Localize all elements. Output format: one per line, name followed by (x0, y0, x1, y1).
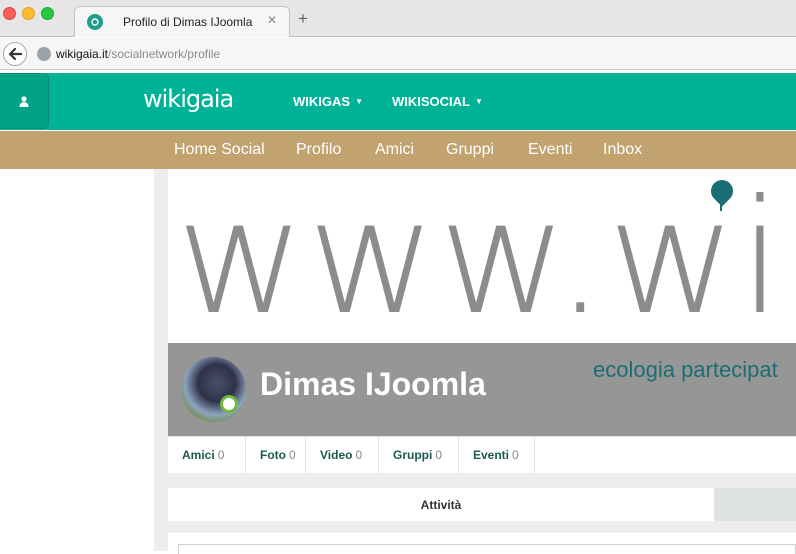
left-sidebar (0, 169, 154, 551)
subnav-home-social[interactable]: Home Social (174, 141, 265, 159)
menu-wikigas[interactable]: WIKIGAS ▼ (293, 94, 363, 109)
stat-video[interactable]: Video 0 (306, 437, 379, 474)
site-header: wikigaia WIKIGAS ▼ WIKISOCIAL ▼ (0, 73, 796, 130)
site-favicon-icon (87, 14, 103, 30)
tagline-part-1: ecologia (593, 357, 675, 382)
subnav-amici[interactable]: Amici (375, 141, 414, 159)
stat-amici[interactable]: Amici 0 (168, 437, 246, 474)
cover-tagline: ecologia partecipat (593, 357, 778, 383)
url-field[interactable]: wikigaia.it/socialnetwork/profile (56, 47, 220, 61)
profile-cover: www.wik ecologia partecipat Dimas IJooml… (168, 169, 796, 436)
window-minimize-button[interactable] (22, 7, 35, 20)
stat-label: Eventi (473, 448, 510, 462)
profile-tabs: Attività (168, 488, 796, 521)
tab-close-icon[interactable]: ✕ (267, 13, 277, 27)
tagline-part-2: partecipat (674, 357, 778, 382)
menu-wikisocial[interactable]: WIKISOCIAL ▼ (392, 94, 483, 109)
profile-stats-bar: Amici 0 Foto 0 Video 0 Gruppi 0 Eventi 0 (168, 436, 796, 474)
online-status-icon (220, 395, 238, 413)
caret-down-icon: ▼ (475, 97, 483, 106)
profile-name: Dimas IJoomla (260, 366, 486, 402)
stat-gruppi[interactable]: Gruppi 0 (379, 437, 459, 474)
stat-count: 0 (217, 448, 225, 462)
globe-icon (37, 47, 51, 61)
stat-count: 0 (435, 448, 443, 462)
cover-logo-text: www.wik (176, 169, 796, 350)
avatar[interactable] (181, 357, 246, 422)
site-logo[interactable]: wikigaia (143, 85, 234, 113)
menu-wikigas-label: WIKIGAS (293, 94, 351, 109)
subnav-profilo[interactable]: Profilo (296, 141, 341, 159)
tab-title: Profilo di Dimas IJoomla (123, 15, 253, 29)
arrow-left-icon (8, 48, 22, 60)
caret-down-icon: ▼ (355, 97, 363, 106)
new-tab-button[interactable]: + (298, 10, 308, 27)
browser-tab[interactable]: Profilo di Dimas IJoomla ✕ (74, 6, 290, 37)
stat-label: Video (320, 448, 353, 462)
window-zoom-button[interactable] (41, 7, 54, 20)
stat-count: 0 (355, 448, 363, 462)
address-bar: wikigaia.it/socialnetwork/profile (0, 38, 796, 70)
social-subnav: Home Social Profilo Amici Gruppi Eventi … (0, 131, 796, 169)
url-host: wikigaia.it (56, 47, 109, 61)
window-close-button[interactable] (3, 7, 16, 20)
user-menu-button[interactable] (0, 73, 49, 129)
stat-eventi[interactable]: Eventi 0 (459, 437, 535, 474)
user-icon (19, 95, 29, 107)
stat-label: Foto (260, 448, 286, 462)
back-button[interactable] (3, 42, 27, 66)
post-composer (168, 533, 796, 554)
stat-foto[interactable]: Foto 0 (246, 437, 306, 474)
subnav-gruppi[interactable]: Gruppi (446, 141, 494, 159)
tab-secondary[interactable] (714, 488, 796, 521)
stat-count: 0 (289, 448, 296, 462)
menu-wikisocial-label: WIKISOCIAL (392, 94, 470, 109)
post-input[interactable] (178, 544, 796, 554)
subnav-inbox[interactable]: Inbox (603, 141, 642, 159)
stat-count: 0 (512, 448, 519, 462)
browser-tab-bar: Profilo di Dimas IJoomla ✕ + (0, 0, 796, 37)
url-path: /socialnetwork/profile (108, 47, 221, 61)
stat-label: Gruppi (393, 448, 433, 462)
tab-attivita[interactable]: Attività (168, 488, 714, 521)
stat-label: Amici (182, 448, 215, 462)
subnav-eventi[interactable]: Eventi (528, 141, 572, 159)
